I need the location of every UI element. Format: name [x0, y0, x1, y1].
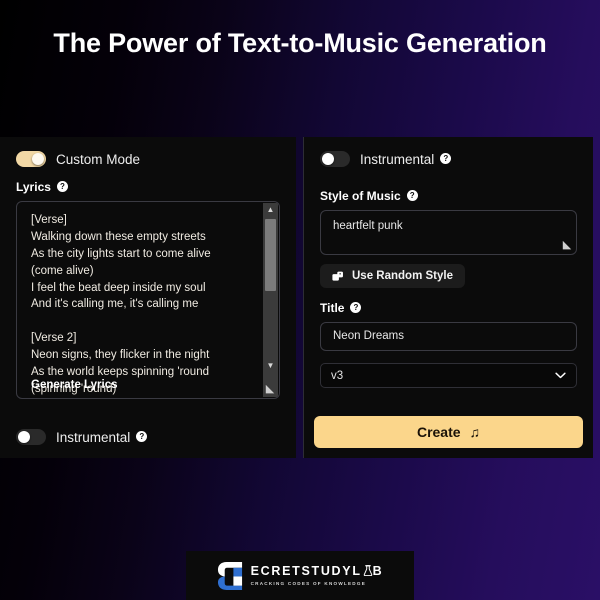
help-icon[interactable]: ?	[440, 152, 452, 164]
secretstudylab-s-icon	[217, 561, 242, 590]
lyrics-label: Lyrics	[16, 180, 51, 194]
music-note-icon: ♫	[469, 424, 481, 440]
custom-mode-toggle-row[interactable]: Custom Mode	[16, 151, 280, 167]
brand-suffix: B	[372, 563, 384, 578]
generate-lyrics-button[interactable]: Generate Lyrics	[31, 379, 118, 391]
lyrics-textarea[interactable]: [Verse] Walking down these empty streets…	[16, 201, 280, 399]
resize-grip-icon[interactable]: ◢	[560, 238, 574, 252]
create-button-label: Create	[416, 424, 461, 440]
title-input[interactable]: Neon Dreams	[320, 322, 577, 351]
page-title: The Power of Text-to-Music Generation	[53, 28, 547, 58]
lyrics-value: [Verse] Walking down these empty streets…	[31, 214, 211, 395]
instrumental-toggle-left[interactable]	[16, 429, 46, 445]
model-version-select[interactable]: v3	[320, 363, 577, 388]
help-icon[interactable]: ?	[350, 301, 362, 313]
custom-mode-label: Custom Mode	[56, 151, 141, 167]
left-panel: Custom Mode Lyrics ? [Verse] Walking dow…	[0, 137, 296, 458]
resize-grip-icon[interactable]: ◢	[263, 382, 277, 396]
use-random-style-label: Use Random Style	[352, 270, 453, 282]
toggle-knob	[32, 153, 44, 165]
footer-logo-bar: ECRETSTUDYL B CRACKING CODES OF KNOWLEDG…	[186, 551, 414, 600]
style-of-music-value: heartfelt punk	[333, 220, 403, 232]
instrumental-label-right: Instrumental	[360, 151, 435, 167]
brand-logo: ECRETSTUDYL B CRACKING CODES OF KNOWLEDG…	[217, 561, 384, 591]
create-button[interactable]: Create ♫	[314, 416, 583, 448]
custom-mode-toggle[interactable]	[16, 151, 46, 167]
instrumental-label-left: Instrumental	[56, 429, 131, 445]
help-icon[interactable]: ?	[56, 180, 68, 192]
page-title-container: The Power of Text-to-Music Generation	[0, 26, 600, 62]
style-of-music-label: Style of Music	[320, 189, 401, 203]
scroll-down-icon[interactable]: ▼	[263, 359, 278, 373]
lyrics-label-row: Lyrics ?	[16, 180, 280, 194]
style-of-music-input[interactable]: heartfelt punk ◢	[320, 210, 577, 255]
screenshot-root: The Power of Text-to-Music Generation Cu…	[0, 0, 600, 600]
brand-prefix: ECRETSTUDYL	[250, 563, 362, 578]
flask-icon	[363, 564, 372, 576]
chevron-down-icon	[555, 372, 566, 379]
right-panel-content: Instrumental ? Style of Music ? heartfel…	[304, 137, 593, 458]
use-random-style-button[interactable]: Use Random Style	[320, 264, 465, 288]
help-icon[interactable]: ?	[136, 430, 148, 442]
lyrics-scrollbar[interactable]: ▲ ▼	[263, 203, 278, 397]
scrollbar-thumb[interactable]	[265, 219, 276, 291]
title-value: Neon Dreams	[333, 330, 404, 342]
instrumental-toggle-right[interactable]	[320, 151, 350, 167]
brand-tagline: CRACKING CODES OF KNOWLEDGE	[250, 581, 367, 587]
help-icon[interactable]: ?	[406, 189, 418, 201]
toggle-knob	[18, 431, 30, 443]
brand-name: ECRETSTUDYL B	[250, 563, 384, 578]
left-panel-content: Custom Mode Lyrics ? [Verse] Walking dow…	[0, 137, 296, 458]
instrumental-toggle-row-right[interactable]: Instrumental ?	[320, 151, 577, 167]
model-version-value: v3	[331, 369, 344, 382]
title-label: Title	[320, 301, 345, 315]
scroll-up-icon[interactable]: ▲	[263, 203, 278, 217]
style-label-row: Style of Music ?	[320, 189, 577, 203]
title-label-row: Title ?	[320, 301, 577, 315]
toggle-knob	[322, 153, 334, 165]
dice-icon	[332, 271, 343, 281]
brand-text: ECRETSTUDYL B CRACKING CODES OF KNOWLEDG…	[250, 563, 384, 587]
right-panel: Instrumental ? Style of Music ? heartfel…	[303, 137, 593, 458]
instrumental-toggle-row-left[interactable]: Instrumental ?	[16, 429, 148, 445]
